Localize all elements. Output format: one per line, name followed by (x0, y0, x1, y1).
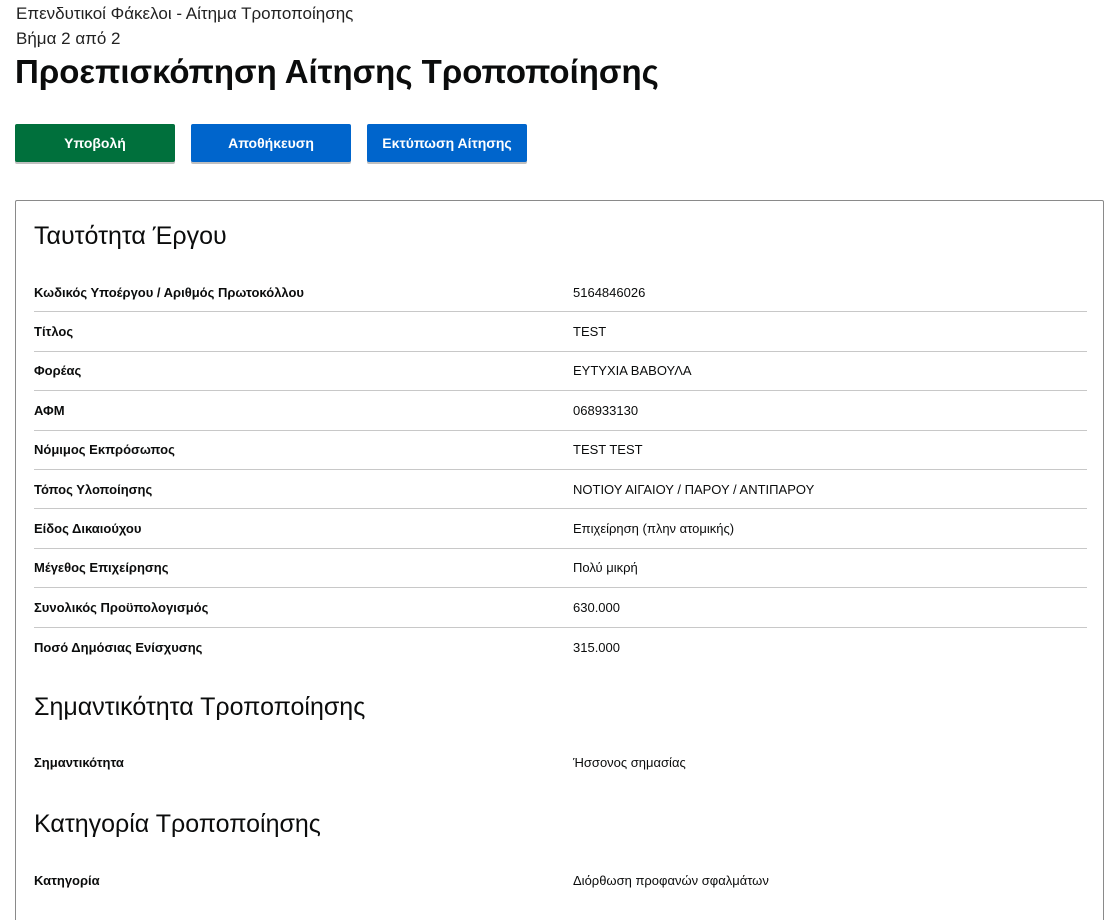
summary-row: ΑΦΜ 068933130 (34, 391, 1087, 431)
step-indicator: Βήμα 2 από 2 (16, 29, 121, 48)
summary-row-value: ΕΥΤΥΧΙΑ ΒΑΒΟΥΛΑ (573, 363, 692, 379)
summary-row-label: Τόπος Υλοποίησης (34, 481, 153, 497)
summary-row-label: ΑΦΜ (34, 402, 65, 418)
preview-card: Ταυτότητα Έργου Κωδικός Υποέργου / Αριθμ… (15, 200, 1104, 920)
summary-row-value: Διόρθωση προφανών σφαλμάτων (573, 873, 769, 889)
summary-row-label: Ποσό Δημόσιας Ενίσχυσης (34, 639, 203, 655)
section-title-significance: Σημαντικότητα Τροποποίησης (34, 693, 366, 721)
summary-row-label: Μέγεθος Επιχείρησης (34, 560, 169, 576)
summary-row-value: Επιχείρηση (πλην ατομικής) (573, 521, 735, 537)
summary-row-label: Κατηγορία (34, 873, 100, 889)
summary-row-label: Σημαντικότητα (34, 755, 124, 771)
summary-row-label: Είδος Δικαιούχου (34, 521, 142, 537)
summary-row-value: 630.000 (573, 599, 620, 615)
summary-row: Τίτλος TEST (34, 312, 1087, 352)
page: Επενδυτικοί Φάκελοι - Αίτημα Τροποποίηση… (0, 0, 1118, 920)
summary-row-label: Συνολικός Προϋπολογισμός (34, 599, 209, 615)
summary-row: Ποσό Δημόσιας Ενίσχυσης 315.000 (34, 628, 1087, 667)
summary-row: Συνολικός Προϋπολογισμός 630.000 (34, 588, 1087, 628)
summary-row: Κατηγορία Διόρθωση προφανών σφαλμάτων (34, 861, 1087, 900)
summary-row: Νόμιμος Εκπρόσωπος TEST TEST (34, 431, 1087, 470)
section-title-project-identity: Ταυτότητα Έργου (34, 222, 227, 250)
significance-list: Σημαντικότητα Ήσσονος σημασίας (34, 743, 1087, 782)
action-bar: Υποβολή Αποθήκευση Εκτύπωση Αίτησης (15, 124, 527, 162)
page-title: Προεπισκόπηση Αίτησης Τροποποίησης (15, 53, 659, 90)
summary-row-value: Πολύ μικρή (573, 560, 638, 576)
summary-row-label: Τίτλος (34, 324, 74, 340)
category-list: Κατηγορία Διόρθωση προφανών σφαλμάτων (34, 861, 1087, 900)
section-title-category: Κατηγορία Τροποποίησης (34, 810, 321, 838)
summary-row-value: Ήσσονος σημασίας (573, 755, 686, 771)
summary-row-value: ΝΟΤΙΟΥ ΑΙΓΑΙΟΥ / ΠΑΡΟΥ / ΑΝΤΙΠΑΡΟΥ (573, 481, 815, 497)
summary-row-value: 315.000 (573, 639, 620, 655)
summary-row: Κωδικός Υποέργου / Αριθμός Πρωτοκόλλου 51… (34, 273, 1087, 313)
summary-row-label: Νόμιμος Εκπρόσωπος (34, 442, 175, 458)
summary-row: Σημαντικότητα Ήσσονος σημασίας (34, 743, 1087, 782)
summary-row: Μέγεθος Επιχείρησης Πολύ μικρή (34, 549, 1087, 589)
summary-row-value: TEST (573, 324, 607, 340)
summary-row-value: 068933130 (573, 402, 639, 418)
summary-row: Τόπος Υλοποίησης ΝΟΤΙΟΥ ΑΙΓΑΙΟΥ / ΠΑΡΟΥ /… (34, 470, 1087, 510)
project-identity-list: Κωδικός Υποέργου / Αριθμός Πρωτοκόλλου 51… (34, 273, 1087, 667)
summary-row-label: Κωδικός Υποέργου / Αριθμός Πρωτοκόλλου (34, 284, 304, 300)
print-application-button[interactable]: Εκτύπωση Αίτησης (367, 124, 527, 162)
summary-row-value: TEST TEST (573, 442, 643, 458)
summary-row-label: Φορέας (34, 363, 82, 379)
submit-button[interactable]: Υποβολή (15, 124, 175, 162)
summary-row-value: 5164846026 (573, 284, 646, 300)
summary-row: Είδος Δικαιούχου Επιχείρηση (πλην ατομική… (34, 509, 1087, 549)
summary-row: Φορέας ΕΥΤΥΧΙΑ ΒΑΒΟΥΛΑ (34, 352, 1087, 392)
save-button[interactable]: Αποθήκευση (191, 124, 351, 162)
breadcrumb: Επενδυτικοί Φάκελοι - Αίτημα Τροποποίηση… (16, 4, 354, 23)
